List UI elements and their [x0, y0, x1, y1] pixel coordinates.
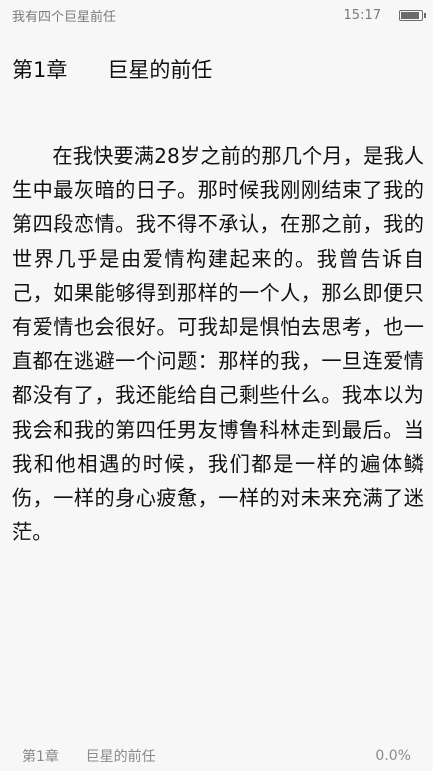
footer: 第1章 巨星的前任 0.0%: [0, 741, 433, 771]
paragraph: 在我快要满28岁之前的那几个月，是我人生中最灰暗的日子。那时候我刚刚结束了我的第…: [12, 144, 424, 545]
battery-level: [401, 11, 419, 19]
clock: 15:17: [343, 7, 381, 23]
footer-chapter-label: 第1章 巨星的前任: [22, 749, 156, 765]
status-bar: 我有四个巨星前任 15:17: [0, 0, 433, 30]
chapter-title: 第1章 巨星的前任: [12, 58, 213, 82]
reading-content[interactable]: 在我快要满28岁之前的那几个月，是我人生中最灰暗的日子。那时候我刚刚结束了我的第…: [12, 139, 424, 549]
status-right: 15:17: [343, 7, 426, 23]
book-title: 我有四个巨星前任: [12, 9, 117, 25]
reading-progress: 0.0%: [375, 748, 411, 764]
battery-icon: [399, 9, 426, 21]
